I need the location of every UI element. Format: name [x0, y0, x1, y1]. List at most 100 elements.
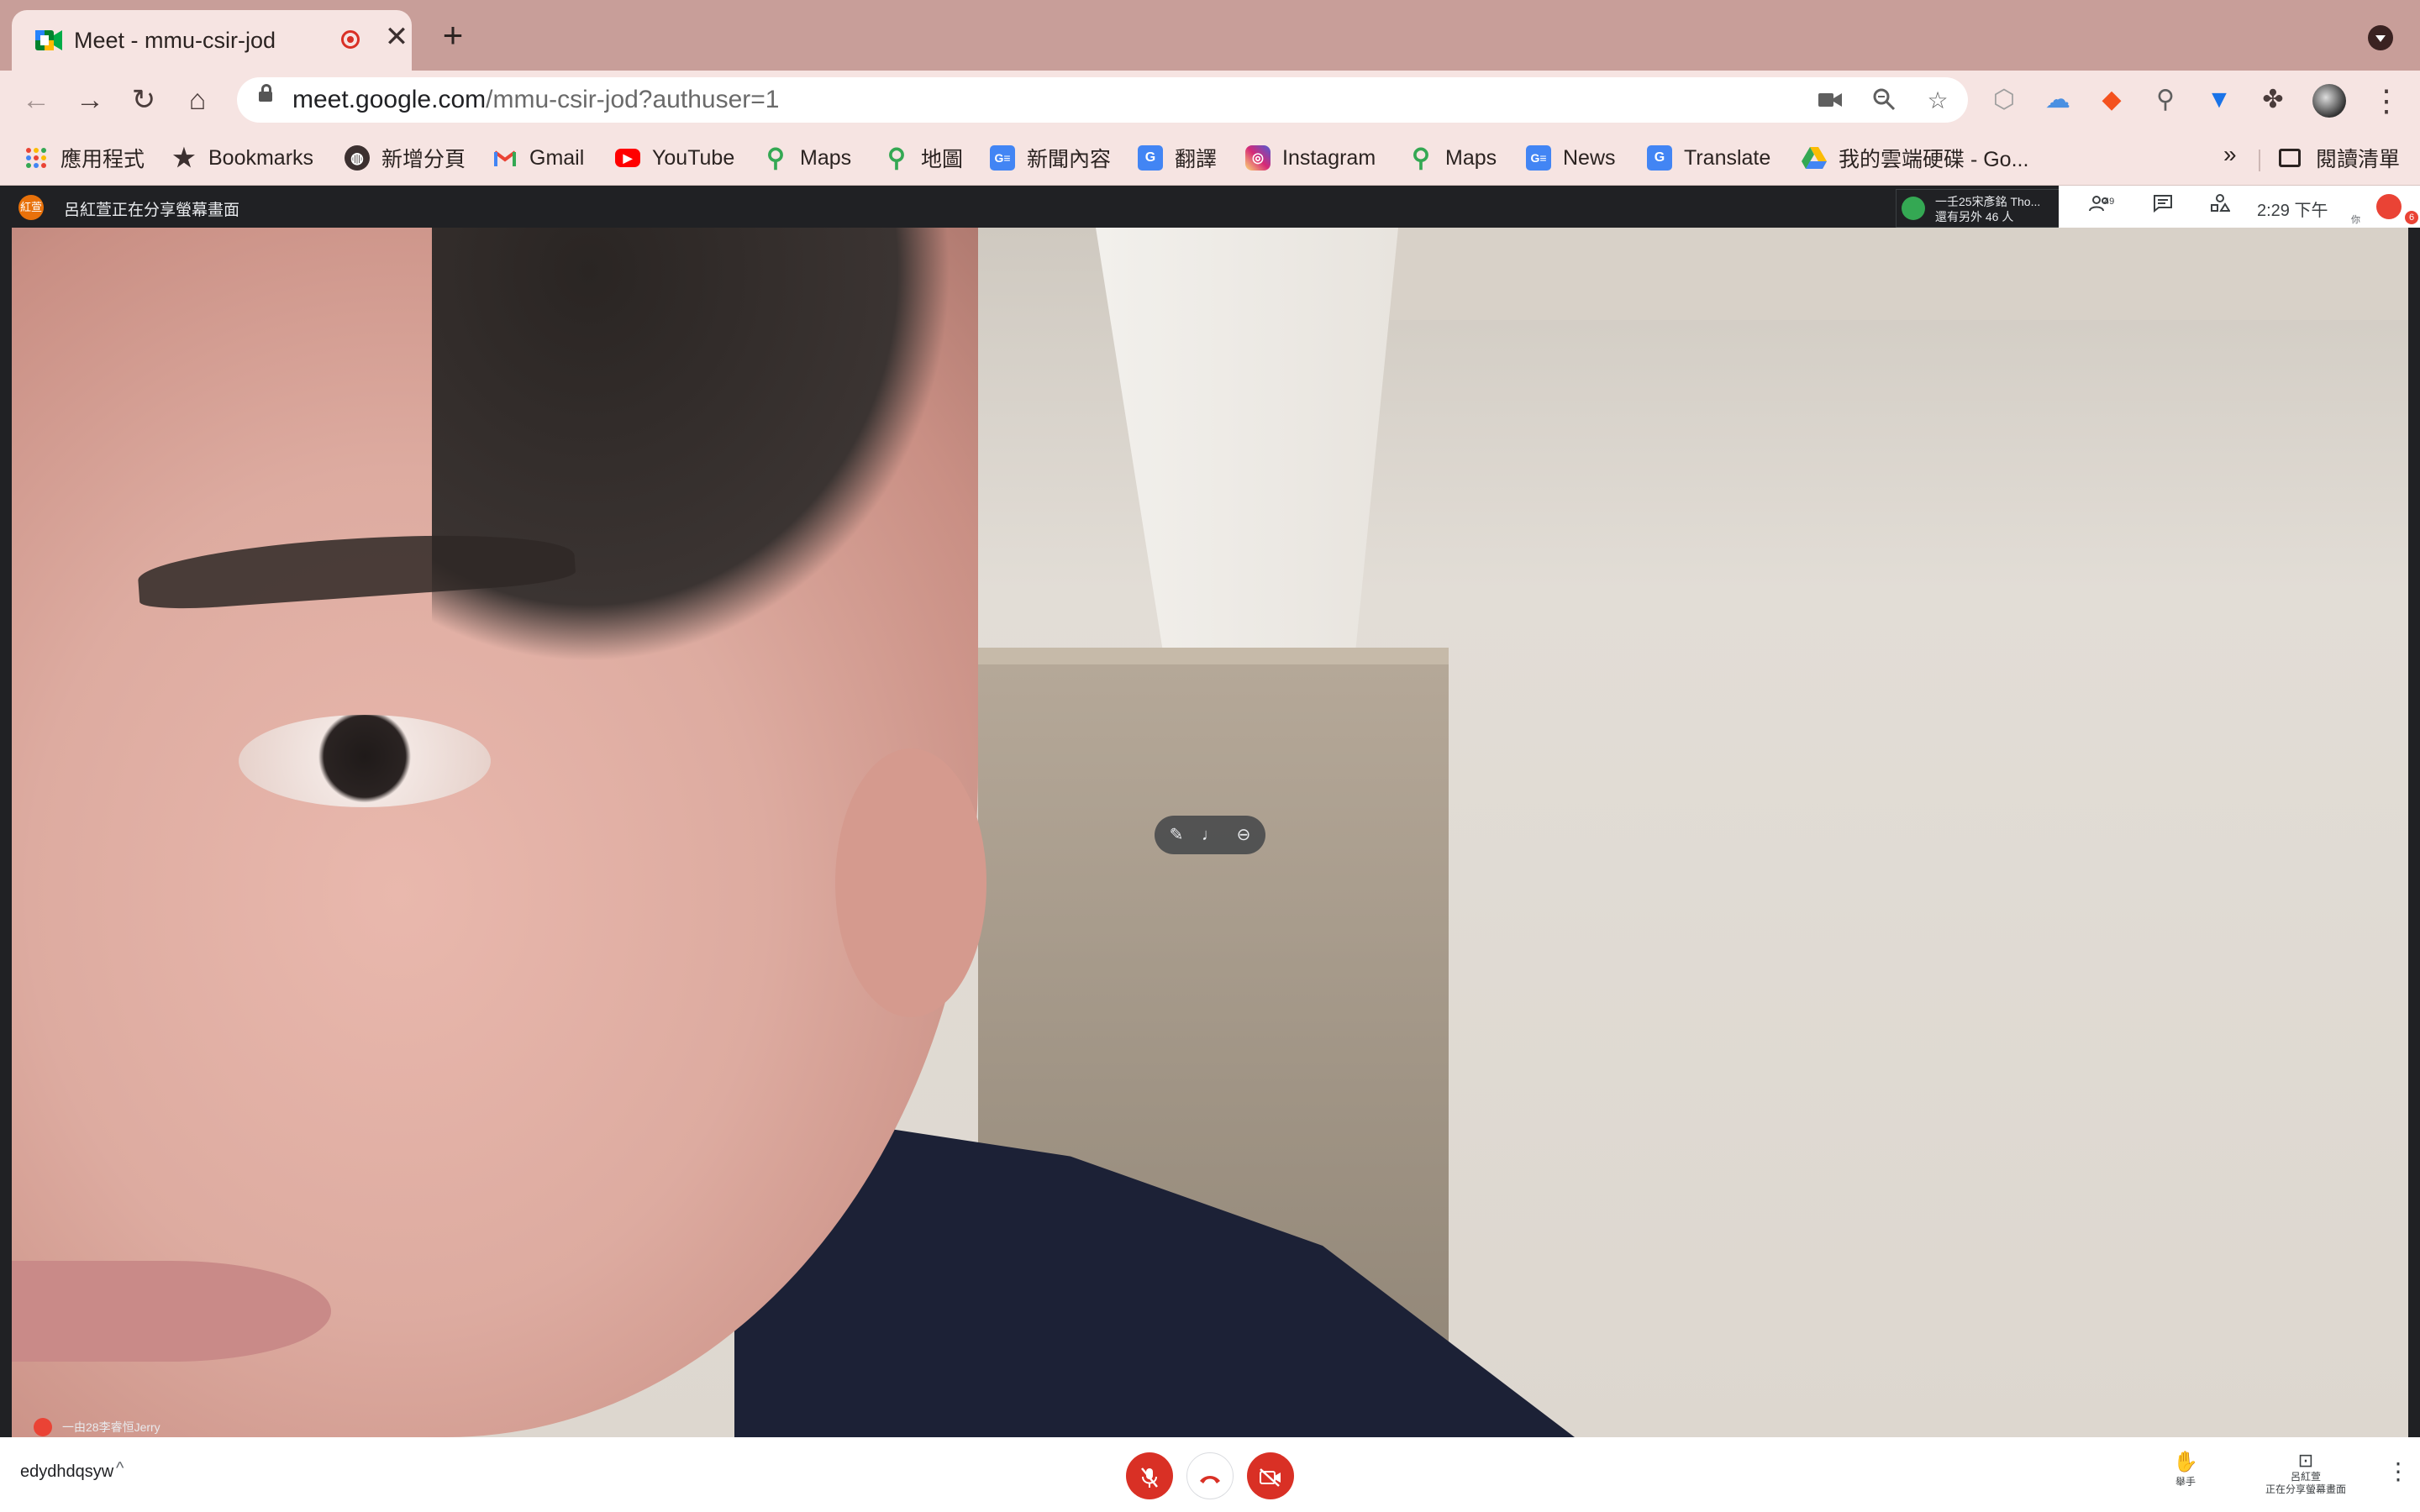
activities-icon — [2211, 194, 2231, 212]
bookmarks-bar: 應用程式 ★ Bookmarks ◍ 新增分頁 Gmail ▶ YouTube … — [0, 129, 2420, 186]
extensions-puzzle-icon[interactable]: ✤ — [2257, 84, 2289, 116]
chevron-up-icon[interactable]: ^ — [116, 1459, 124, 1478]
tile-participant-name: 一由28李睿恒Jerry — [62, 1420, 160, 1434]
reload-button[interactable]: ↻ — [124, 81, 163, 119]
activities-button[interactable] — [2207, 194, 2233, 219]
bookmark-instagram[interactable]: ◎ Instagram — [1245, 141, 1376, 175]
bookmarks-overflow-button[interactable]: » — [2223, 141, 2237, 168]
bookmark-star-icon[interactable]: ☆ — [1924, 87, 1951, 114]
tab-title: Meet - mmu-csir-jod — [74, 28, 276, 53]
raise-hand-label: 舉手 — [2175, 1476, 2196, 1488]
maps-pin-icon: ⚲ — [887, 144, 906, 172]
google-news-icon: G≡ — [990, 145, 1015, 171]
participant-chip[interactable]: 一壬25宋彥銘 Tho... 還有另外 46 人 — [1896, 189, 2060, 228]
bookmark-translate-zh[interactable]: G 翻譯 — [1138, 141, 1217, 175]
bookmark-label: Maps — [800, 145, 852, 170]
extension-orange-icon[interactable]: ◆ — [2096, 84, 2128, 116]
recording-indicator-icon — [341, 30, 360, 49]
more-options-button[interactable]: ⋮ — [2386, 1457, 2410, 1485]
participant-count: 49 — [2104, 197, 2115, 207]
camera-in-use-icon[interactable] — [1817, 87, 1844, 114]
zoom-icon[interactable] — [1870, 87, 1897, 114]
bookmark-news-zh[interactable]: G≡ 新聞內容 — [990, 141, 1111, 175]
tab-strip: Meet - mmu-csir-jod ✕ + — [0, 0, 2420, 71]
globe-icon: ◍ — [345, 145, 370, 171]
presenter-avatar: 紅萱 — [18, 195, 44, 220]
bookmark-label: Translate — [1684, 145, 1771, 170]
home-button[interactable]: ⌂ — [178, 81, 217, 119]
bookmark-gmail[interactable]: Gmail — [492, 141, 584, 175]
pin-icon[interactable]: ✎ — [1165, 823, 1188, 847]
url-text[interactable]: meet.google.com/mmu-csir-jod?authuser=1 — [292, 86, 779, 114]
bookmarks-divider — [2259, 150, 2260, 171]
bookmark-label: 翻譯 — [1175, 148, 1218, 171]
bookmark-label: 新聞內容 — [1027, 148, 1112, 171]
hang-up-icon — [1200, 1476, 1220, 1484]
translate-icon: G — [1138, 145, 1163, 171]
extension-diamond-icon[interactable]: ▼ — [2203, 84, 2235, 116]
google-meet-icon — [35, 30, 62, 50]
tab-search-icon[interactable] — [2368, 25, 2393, 50]
camera-toggle-button[interactable] — [1247, 1452, 1294, 1499]
video-ear — [835, 748, 986, 1017]
meeting-code[interactable]: edydhdqsyw — [20, 1462, 113, 1482]
bookmark-maps-2[interactable]: ⚲ Maps — [1408, 141, 1497, 175]
reading-list-label: 閱讀清單 — [2316, 148, 2401, 171]
bookmark-maps[interactable]: ⚲ Maps — [763, 141, 851, 175]
extension-hexagon-icon[interactable]: ⬡ — [1988, 84, 2020, 116]
leave-call-button[interactable] — [1186, 1452, 1234, 1499]
address-bar[interactable]: meet.google.com/mmu-csir-jod?authuser=1 … — [237, 77, 1968, 123]
tab-close-icon[interactable]: ✕ — [381, 22, 412, 52]
mute-participant-icon[interactable]: ♩ — [1198, 823, 1222, 847]
microphone-toggle-button[interactable] — [1126, 1452, 1173, 1499]
reading-list-button[interactable]: 閱讀清單 — [2279, 141, 2400, 175]
bookmark-label: Instagram — [1282, 145, 1376, 170]
raise-hand-button[interactable]: ✋ 舉手 — [2166, 1451, 2205, 1488]
icloud-extension-icon[interactable]: ☁ — [2042, 84, 2074, 116]
back-button[interactable]: ← — [17, 81, 55, 119]
bookmark-maps-zh[interactable]: ⚲ 地圖 — [884, 141, 963, 175]
mic-off-icon — [1141, 1467, 1158, 1488]
bookmark-youtube[interactable]: ▶ YouTube — [615, 141, 734, 175]
tile-hover-controls: ✎ ♩ ⊖ — [1155, 816, 1265, 854]
bookmark-google-drive[interactable]: 我的雲端硬碟 - Go... — [1802, 141, 2028, 175]
bookmark-label: Gmail — [529, 145, 585, 170]
instagram-icon: ◎ — [1245, 145, 1270, 171]
self-label: 你 — [2351, 215, 2360, 225]
new-tab-button[interactable]: + — [435, 18, 471, 54]
bookmark-label: News — [1563, 145, 1616, 170]
participant-chip-others: 還有另外 46 人 — [1935, 210, 2014, 223]
bookmark-label: 地圖 — [921, 148, 964, 171]
bookmark-new-tab[interactable]: ◍ 新增分頁 — [345, 141, 466, 175]
self-avatar[interactable] — [2376, 194, 2402, 219]
forward-button[interactable]: → — [71, 81, 109, 119]
bookmark-label: 我的雲端硬碟 - Go... — [1839, 148, 2029, 171]
maps-pin-icon: ⚲ — [1412, 144, 1430, 172]
present-screen-icon: ⊡ — [2297, 1450, 2314, 1471]
bookmark-apps[interactable]: 應用程式 — [24, 141, 145, 175]
translate-icon: G — [1647, 145, 1672, 171]
video-eye — [239, 715, 491, 807]
profile-avatar[interactable] — [2312, 84, 2346, 118]
bookmark-label: Bookmarks — [208, 145, 314, 170]
browser-menu-button[interactable]: ⋮ — [2371, 84, 2402, 118]
meet-top-controls: 49 2:29 下午 你 6 — [2059, 186, 2420, 228]
hand-icon: ✋ — [2173, 1451, 2198, 1473]
screen-share-text: 呂紅萱正在分享螢幕畫面 — [64, 202, 240, 219]
bookmark-translate[interactable]: G Translate — [1647, 141, 1770, 175]
chat-icon — [2154, 195, 2172, 213]
video-ceiling — [1390, 228, 2408, 320]
present-now-button[interactable]: ⊡ 呂紅萱 正在分享螢幕畫面 — [2255, 1451, 2356, 1496]
browser-tab-meet[interactable]: Meet - mmu-csir-jod ✕ — [12, 10, 412, 71]
bookmark-label: 應用程式 — [60, 148, 145, 171]
participants-button[interactable]: 49 — [2079, 194, 2123, 219]
maps-pin-extension-icon[interactable]: ⚲ — [2149, 84, 2181, 116]
tile-name-label: 一由28李睿恒Jerry — [12, 1417, 160, 1437]
bookmark-news[interactable]: G≡ News — [1526, 141, 1616, 175]
lock-icon[interactable] — [259, 84, 272, 102]
notification-badge: 6 — [2405, 211, 2418, 224]
youtube-icon: ▶ — [615, 149, 640, 167]
chat-button[interactable] — [2149, 194, 2176, 219]
remove-participant-icon[interactable]: ⊖ — [1232, 823, 1255, 847]
bookmark-bookmarks[interactable]: ★ Bookmarks — [171, 141, 314, 175]
